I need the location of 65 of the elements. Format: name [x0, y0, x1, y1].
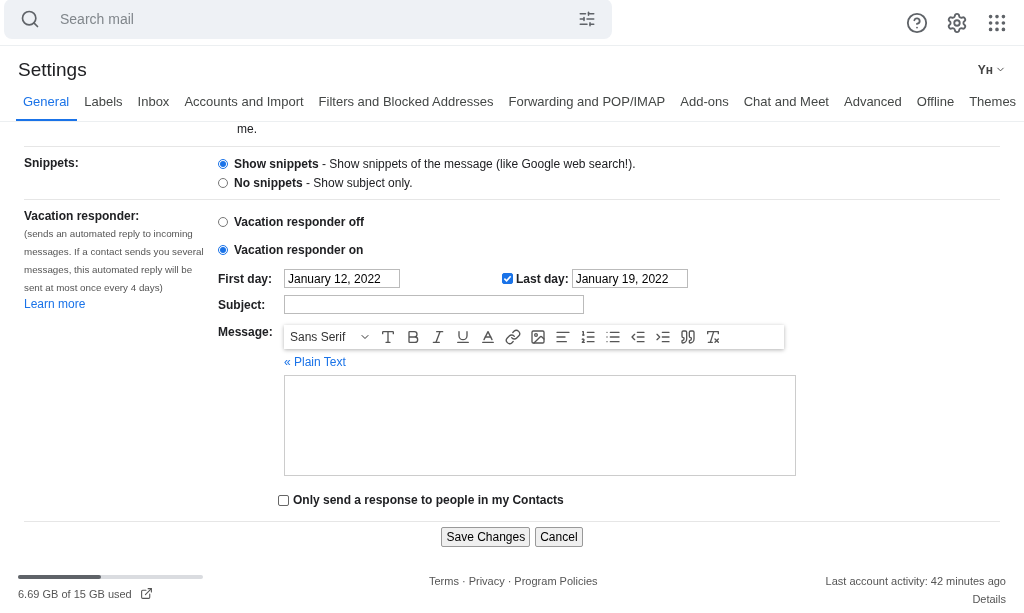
- quote-icon[interactable]: [680, 329, 697, 345]
- separator-text: ·: [507, 575, 512, 587]
- setting-text: me.: [237, 122, 257, 136]
- checkbox[interactable]: [278, 494, 289, 506]
- image-icon[interactable]: [530, 329, 547, 345]
- help-icon: [906, 11, 928, 34]
- settings-icon: [946, 11, 968, 34]
- settings-tab[interactable]: Forwarding and POP/IMAP: [501, 88, 674, 121]
- message-field[interactable]: [284, 375, 796, 476]
- underline-icon[interactable]: [455, 329, 472, 345]
- plain-text-link[interactable]: « Plain Text: [284, 355, 796, 369]
- text-size-icon[interactable]: [380, 329, 397, 345]
- radio-button[interactable]: [218, 159, 228, 169]
- activity-text: Last account activity: 42 minutes ago: [825, 575, 1006, 587]
- storage-text: 6.69 GB of 15 GB used: [18, 587, 132, 600]
- search-field[interactable]: Search mail: [58, 9, 560, 28]
- filter-icon: [578, 9, 596, 28]
- clear-formatting-icon[interactable]: [705, 329, 722, 345]
- settings-tab[interactable]: Offline: [909, 88, 963, 121]
- first-day-field[interactable]: January 12, 2022: [284, 269, 400, 288]
- checkbox[interactable]: [502, 273, 513, 284]
- input-tools-button[interactable]: Yʜ: [977, 62, 1006, 77]
- last-day-field[interactable]: January 19, 2022: [571, 269, 688, 288]
- indent-more-icon[interactable]: [655, 329, 672, 345]
- field-label: Message:: [218, 325, 274, 339]
- settings-tab[interactable]: Add-ons: [673, 88, 737, 121]
- form-button[interactable]: Cancel: [535, 527, 583, 547]
- form-button[interactable]: Save Changes: [441, 527, 531, 547]
- indent-less-icon[interactable]: [630, 329, 647, 345]
- details-link[interactable]: Details: [972, 593, 1006, 605]
- setting-label: Vacation responder:: [24, 209, 141, 223]
- footer-link[interactable]: Program Policies: [514, 575, 598, 587]
- footer-link[interactable]: Privacy: [468, 575, 505, 587]
- field-label: Subject:: [218, 297, 267, 312]
- learn-more-link[interactable]: Learn more: [24, 297, 212, 311]
- settings-tab[interactable]: Chat and Meet: [736, 88, 837, 121]
- footer-link[interactable]: Terms: [429, 575, 459, 587]
- field-label: Last day:: [516, 271, 569, 286]
- settings-tab[interactable]: Themes: [962, 88, 1024, 121]
- numbered-list-icon[interactable]: [580, 329, 597, 345]
- settings-tab[interactable]: Accounts and Import: [177, 88, 312, 121]
- settings-tab[interactable]: Advanced: [837, 88, 910, 121]
- option-text: Vacation responder off: [234, 214, 365, 229]
- text-color-icon[interactable]: [480, 329, 497, 345]
- settings-tab[interactable]: General: [16, 88, 78, 121]
- setting-description: (sends an automated reply to incoming messages. If a contact sends you several messages, this automated reply will be sent at most once every 4 days): [24, 227, 205, 295]
- search-bar[interactable]: Search mail: [4, 0, 612, 39]
- setting-label: Snippets:: [24, 156, 80, 170]
- option-text: Only send a response to people in my Contacts: [293, 493, 564, 507]
- font-dropdown[interactable]: Sans Serif: [290, 330, 372, 344]
- external-link-icon: [139, 587, 153, 600]
- option-text: Vacation responder on: [234, 242, 364, 257]
- option-text: No snippets - Show subject only.: [234, 176, 413, 190]
- bulleted-list-icon[interactable]: [605, 329, 622, 345]
- subject-field[interactable]: [284, 295, 584, 314]
- settings-tab[interactable]: Labels: [77, 88, 131, 121]
- page-title: Settings: [18, 58, 87, 81]
- settings-tab[interactable]: Filters and Blocked Addresses: [311, 88, 502, 121]
- settings-tab[interactable]: Inbox: [130, 88, 178, 121]
- separator-text: ·: [461, 575, 466, 587]
- search-icon: [20, 8, 40, 29]
- align-icon[interactable]: [555, 329, 572, 345]
- link-icon[interactable]: [505, 329, 522, 345]
- option-text: Show snippets - Show snippets of the message (like Google web search!).: [234, 157, 636, 171]
- field-label: First day:: [218, 271, 273, 286]
